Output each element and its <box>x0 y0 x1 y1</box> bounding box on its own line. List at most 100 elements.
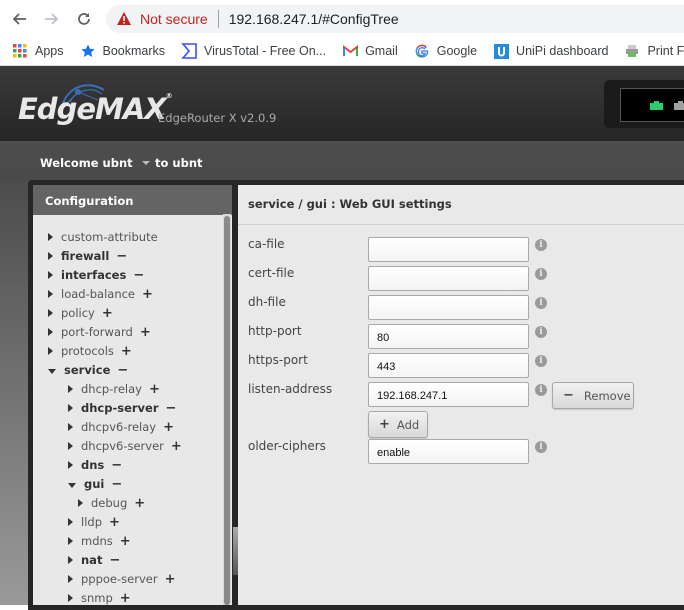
bookmark-google[interactable]: Google <box>414 43 477 59</box>
info-icon[interactable]: i <box>535 297 547 309</box>
caret-right-icon[interactable] <box>48 347 53 355</box>
url-text[interactable]: 192.168.247.1/#ConfigTree <box>229 11 399 27</box>
caret-right-icon[interactable] <box>68 537 73 545</box>
caret-right-icon[interactable] <box>68 385 73 393</box>
tree-item-dhcpv6-server[interactable]: dhcpv6-server + <box>68 438 182 454</box>
tree-item-label[interactable]: nat <box>81 553 102 567</box>
remove-node-icon[interactable]: − <box>117 364 128 377</box>
tree-item-snmp[interactable]: snmp + <box>68 590 131 606</box>
add-node-icon[interactable]: + <box>165 573 176 586</box>
remove-node-icon[interactable]: − <box>133 269 144 282</box>
caret-right-icon[interactable] <box>68 404 73 412</box>
caret-right-icon[interactable] <box>48 309 53 317</box>
remove-node-icon[interactable]: − <box>166 402 177 415</box>
tree-item-label[interactable]: dhcp-server <box>81 401 159 415</box>
remove-node-icon[interactable]: − <box>111 478 122 491</box>
caret-right-icon[interactable] <box>68 442 73 450</box>
info-icon[interactable]: i <box>535 326 547 338</box>
tree-item-pppoe-server[interactable]: pppoe-server + <box>68 571 175 587</box>
add-button[interactable]: + Add <box>368 411 428 438</box>
tree-item-label[interactable]: dhcpv6-server <box>81 439 164 453</box>
not-secure-label[interactable]: Not secure <box>140 11 208 27</box>
tree-item-custom-attribute[interactable]: custom-attribute <box>48 229 158 245</box>
add-node-icon[interactable]: + <box>109 516 120 529</box>
info-icon[interactable]: i <box>535 268 547 280</box>
bookmark-bookmarks[interactable]: Bookmarks <box>80 43 165 59</box>
bookmark-print-friendly[interactable]: Print Frien <box>624 43 684 59</box>
tree-item-load-balance[interactable]: load-balance + <box>48 286 153 302</box>
tree-item-mdns[interactable]: mdns + <box>68 533 131 549</box>
tree-item-port-forward[interactable]: port-forward + <box>48 324 151 340</box>
cert-file-input[interactable] <box>368 266 529 291</box>
caret-down-icon[interactable] <box>68 482 76 488</box>
tree-item-label[interactable]: interfaces <box>61 268 126 282</box>
caret-right-icon[interactable] <box>68 518 73 526</box>
address-bar[interactable]: Not secure 192.168.247.1/#ConfigTree <box>106 5 684 33</box>
tree-item-label[interactable]: dns <box>81 458 104 472</box>
caret-right-icon[interactable] <box>48 271 53 279</box>
remove-node-icon[interactable]: − <box>111 459 122 472</box>
tree-item-protocols[interactable]: protocols + <box>48 343 132 359</box>
tree-item-label[interactable]: debug <box>91 496 127 510</box>
add-node-icon[interactable]: + <box>171 440 182 453</box>
tree-item-label[interactable]: snmp <box>81 591 113 605</box>
bookmark-apps[interactable]: Apps <box>12 43 64 59</box>
dh-file-input[interactable] <box>368 295 529 320</box>
https-port-input[interactable] <box>368 353 529 378</box>
caret-right-icon[interactable] <box>68 575 73 583</box>
info-icon[interactable]: i <box>535 441 547 453</box>
tree-item-dhcp-relay[interactable]: dhcp-relay + <box>68 381 160 397</box>
tree-item-dhcp-server[interactable]: dhcp-server − <box>68 400 176 416</box>
http-port-input[interactable] <box>368 324 529 349</box>
caret-right-icon[interactable] <box>78 499 83 507</box>
info-icon[interactable]: i <box>535 384 547 396</box>
caret-right-icon[interactable] <box>48 252 53 260</box>
remove-button[interactable]: − Remove <box>552 382 634 409</box>
caret-right-icon[interactable] <box>48 290 53 298</box>
add-node-icon[interactable]: + <box>149 383 160 396</box>
info-icon[interactable]: i <box>535 355 547 367</box>
remove-node-icon[interactable]: − <box>109 554 120 567</box>
bookmark-gmail[interactable]: Gmail <box>342 43 398 59</box>
caret-right-icon[interactable] <box>68 556 73 564</box>
tree-item-nat[interactable]: nat − <box>68 552 120 568</box>
info-icon[interactable]: i <box>535 239 547 251</box>
ca-file-input[interactable] <box>368 237 529 262</box>
caret-right-icon[interactable] <box>68 594 73 602</box>
add-node-icon[interactable]: + <box>142 288 153 301</box>
add-node-icon[interactable]: + <box>102 307 113 320</box>
bookmark-unipi[interactable]: UniPi dashboard <box>493 43 608 59</box>
tree-item-service[interactable]: service − <box>48 362 128 378</box>
tree-item-label[interactable]: pppoe-server <box>81 572 158 586</box>
reload-button[interactable] <box>73 8 95 30</box>
tree-item-label[interactable]: mdns <box>81 534 113 548</box>
back-button[interactable] <box>8 8 30 30</box>
tree-item-label[interactable]: load-balance <box>61 287 135 301</box>
caret-down-icon[interactable] <box>48 368 56 374</box>
tree-item-label[interactable]: firewall <box>61 249 109 263</box>
tree-scrollbar-thumb[interactable] <box>224 216 230 605</box>
add-node-icon[interactable]: + <box>121 345 132 358</box>
add-node-icon[interactable]: + <box>140 326 151 339</box>
listen-address-input[interactable] <box>368 382 529 407</box>
tree-item-label[interactable]: gui <box>84 477 104 491</box>
port-inactive-icon[interactable] <box>674 101 684 110</box>
tree-item-interfaces[interactable]: interfaces − <box>48 267 144 283</box>
to-user-label[interactable]: to ubnt <box>155 156 203 170</box>
tree-item-label[interactable]: protocols <box>61 344 114 358</box>
tree-scrollbar[interactable] <box>223 214 231 605</box>
tree-item-label[interactable]: port-forward <box>61 325 133 339</box>
caret-right-icon[interactable] <box>68 423 73 431</box>
add-node-icon[interactable]: + <box>120 592 131 605</box>
older-ciphers-input[interactable] <box>368 439 529 464</box>
tree-item-label[interactable]: service <box>64 363 110 377</box>
port-active-icon[interactable] <box>650 101 663 110</box>
add-node-icon[interactable]: + <box>120 535 131 548</box>
tree-item-lldp[interactable]: lldp + <box>68 514 120 530</box>
caret-right-icon[interactable] <box>48 328 53 336</box>
tree-item-policy[interactable]: policy + <box>48 305 113 321</box>
tree-item-label[interactable]: custom-attribute <box>61 230 158 244</box>
tree-item-label[interactable]: lldp <box>81 515 102 529</box>
caret-right-icon[interactable] <box>48 233 53 241</box>
tree-item-label[interactable]: dhcp-relay <box>81 382 142 396</box>
